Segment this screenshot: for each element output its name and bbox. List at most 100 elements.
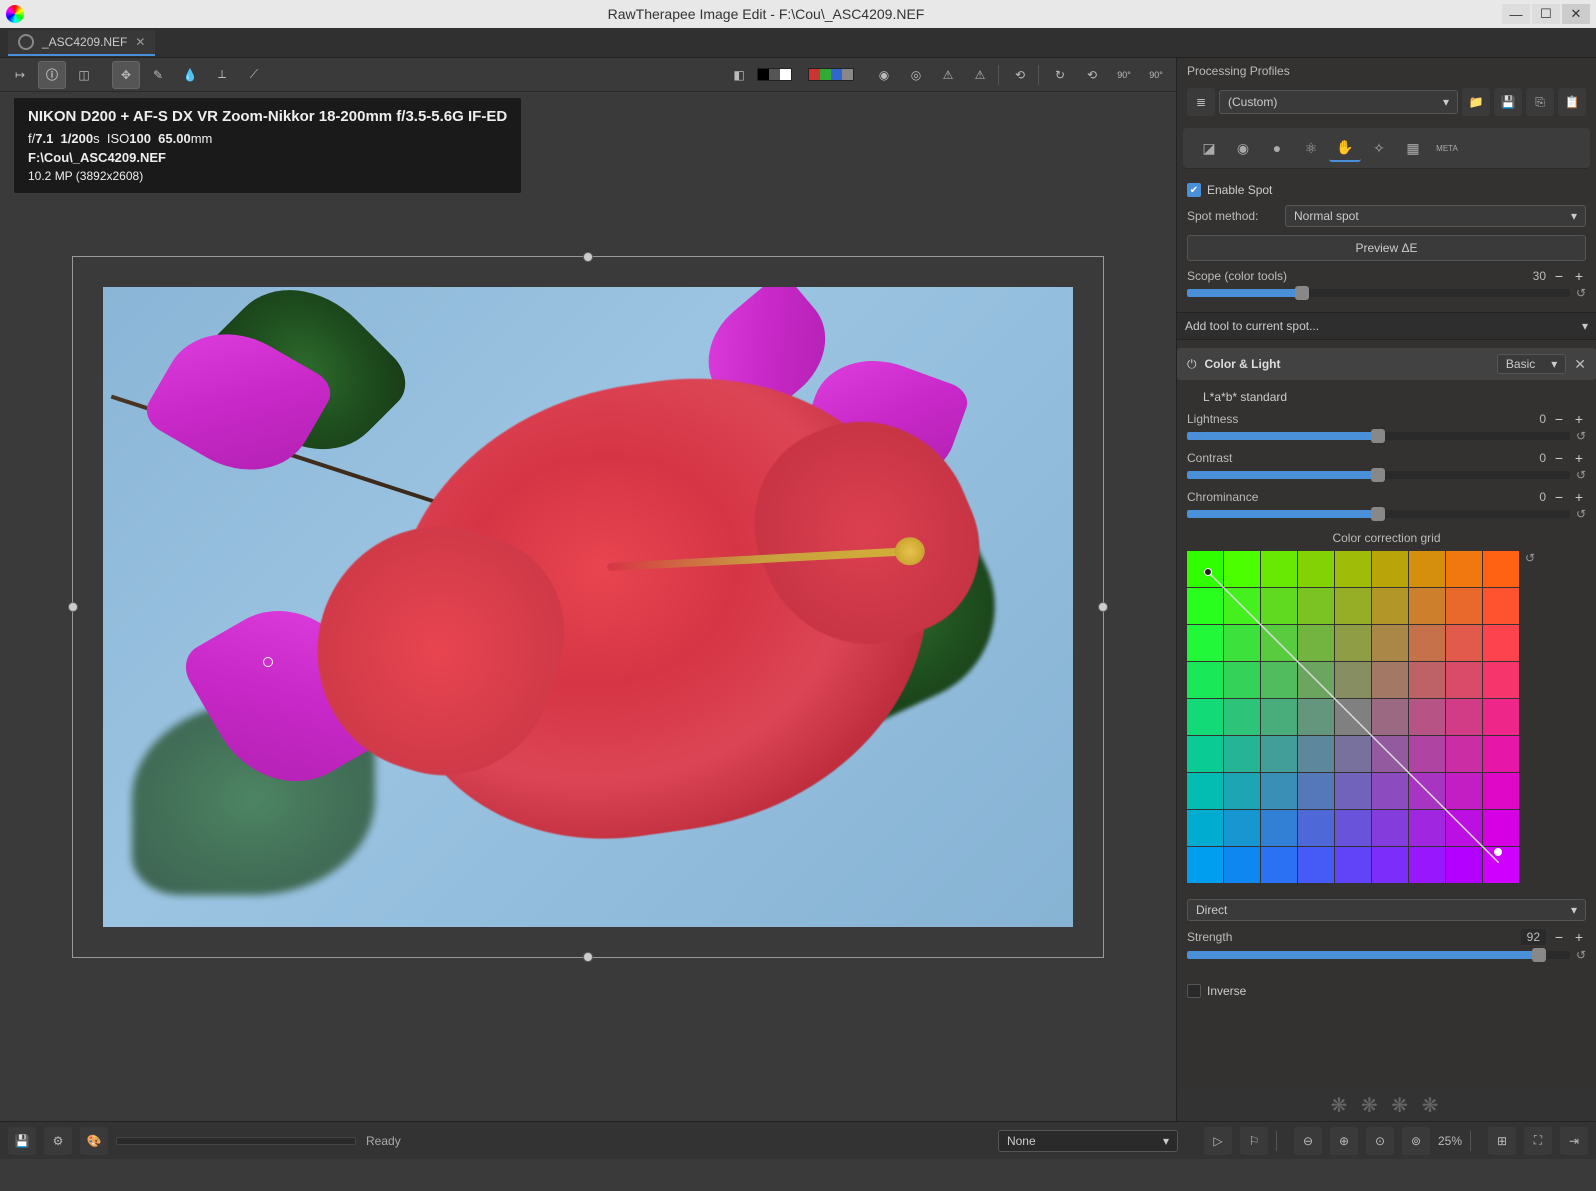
close-tab-button[interactable]: ✕ [135, 35, 145, 49]
profile-select[interactable]: (Custom) ▾ [1219, 90, 1458, 114]
meta-tab[interactable]: META [1431, 134, 1463, 162]
color-light-mode-select[interactable]: Basic ▾ [1497, 354, 1566, 374]
before-after-button[interactable]: ◫ [70, 61, 98, 89]
profile-load-button[interactable]: 📁 [1462, 88, 1490, 116]
crop-handle-bottom[interactable] [583, 952, 593, 962]
zoom-out-button[interactable]: ⊖ [1294, 1127, 1322, 1155]
crop-handle-left[interactable] [68, 602, 78, 612]
file-tab[interactable]: _ASC4209.NEF ✕ [8, 30, 155, 56]
scope-minus-button[interactable]: − [1552, 269, 1566, 283]
zoom-fit-button[interactable]: ⊙ [1366, 1127, 1394, 1155]
grid-shadow-point[interactable] [1204, 568, 1212, 576]
rotate-90-cw-button[interactable]: 90° [1142, 61, 1170, 89]
profile-save-button[interactable]: 💾 [1494, 88, 1522, 116]
new-detail-window-button[interactable]: ⊞ [1488, 1127, 1516, 1155]
lightness-plus-button[interactable]: + [1572, 412, 1586, 426]
window-title: RawTherapee Image Edit - F:\Cou\_ASC4209… [30, 6, 1502, 22]
exposure-tab[interactable]: ◪ [1193, 134, 1225, 162]
scope-plus-button[interactable]: + [1572, 269, 1586, 283]
white-balance-picker-button[interactable]: 💧 [176, 61, 204, 89]
nav-first-button[interactable]: ▷ [1204, 1127, 1232, 1155]
minimize-button[interactable]: — [1502, 4, 1530, 24]
maximize-button[interactable]: ☐ [1532, 4, 1560, 24]
add-tool-label: Add tool to current spot... [1185, 319, 1319, 333]
color-light-header[interactable]: ⏻ Color & Light Basic ▾ ✕ [1177, 348, 1596, 380]
preview-de-button[interactable]: Preview ΔE [1187, 235, 1586, 261]
preset-value: None [1007, 1134, 1036, 1148]
hand-tool-button[interactable]: ✥ [112, 61, 140, 89]
external-editor-button[interactable]: 🎨 [80, 1127, 108, 1155]
queue-button[interactable]: ⚙ [44, 1127, 72, 1155]
chrominance-plus-button[interactable]: + [1572, 490, 1586, 504]
contrast-minus-button[interactable]: − [1552, 451, 1566, 465]
grid-reset-button[interactable]: ↺ [1525, 551, 1535, 565]
preset-select[interactable]: None ▾ [998, 1130, 1178, 1152]
scope-reset-button[interactable]: ↺ [1576, 286, 1586, 300]
color-tab[interactable]: ● [1261, 134, 1293, 162]
info-button[interactable]: ⓘ [38, 61, 66, 89]
rotate-90-button[interactable]: 90° [1110, 61, 1138, 89]
chrominance-minus-button[interactable]: − [1552, 490, 1566, 504]
sync-button[interactable]: ↻ [1046, 61, 1074, 89]
spot-marker[interactable] [263, 657, 273, 667]
inverse-checkbox[interactable] [1187, 984, 1201, 998]
fullscreen-button[interactable]: ⛶ [1524, 1127, 1552, 1155]
strength-reset-button[interactable]: ↺ [1576, 948, 1586, 962]
lightness-slider[interactable] [1187, 432, 1570, 440]
local-tab[interactable]: ✋ [1329, 134, 1361, 162]
preview-mode-2-button[interactable]: ◎ [902, 61, 930, 89]
straighten-tool-button[interactable]: ⟋ [240, 61, 268, 89]
contrast-reset-button[interactable]: ↺ [1576, 468, 1586, 482]
collapse-panel-button[interactable]: ⇥ [1560, 1127, 1588, 1155]
shadow-clip-button[interactable]: ⚠ [966, 61, 994, 89]
crop-tool-button[interactable]: ⟂ [208, 61, 236, 89]
perspective-button[interactable]: ⟲ [1078, 61, 1106, 89]
progress-bar [116, 1137, 356, 1145]
crop-frame[interactable] [72, 256, 1104, 958]
background-toggle-button[interactable]: ◧ [725, 61, 753, 89]
chevron-down-icon: ▾ [1582, 319, 1588, 333]
profile-paste-button[interactable]: 📋 [1558, 88, 1586, 116]
contrast-plus-button[interactable]: + [1572, 451, 1586, 465]
detail-tab[interactable]: ◉ [1227, 134, 1259, 162]
direct-select[interactable]: Direct ▾ [1187, 899, 1586, 921]
transform-tab[interactable]: ✧ [1363, 134, 1395, 162]
spot-method-select[interactable]: Normal spot ▾ [1285, 205, 1586, 227]
strength-slider[interactable] [1187, 951, 1570, 959]
bg-color-swatches[interactable] [757, 68, 792, 81]
profile-mode-button[interactable]: ≣ [1187, 88, 1215, 116]
power-icon[interactable]: ⏻ [1187, 357, 1197, 372]
chrominance-reset-button[interactable]: ↺ [1576, 507, 1586, 521]
save-button[interactable]: 💾 [8, 1127, 36, 1155]
color-correction-grid[interactable] [1187, 551, 1519, 883]
advanced-tab[interactable]: ⚛ [1295, 134, 1327, 162]
lightness-reset-button[interactable]: ↺ [1576, 429, 1586, 443]
canvas-area[interactable] [0, 92, 1176, 1121]
scope-slider[interactable] [1187, 289, 1570, 297]
crop-handle-right[interactable] [1098, 602, 1108, 612]
profile-copy-button[interactable]: ⎘ [1526, 88, 1554, 116]
contrast-slider[interactable] [1187, 471, 1570, 479]
color-grid-label: Color correction grid [1187, 531, 1586, 545]
channel-color-swatches[interactable] [808, 68, 854, 81]
strength-minus-button[interactable]: − [1552, 930, 1566, 944]
enable-spot-checkbox[interactable]: ✔ [1187, 183, 1201, 197]
processing-profiles-header: Processing Profiles [1177, 58, 1596, 84]
lightness-minus-button[interactable]: − [1552, 412, 1566, 426]
zoom-100-button[interactable]: ⊚ [1402, 1127, 1430, 1155]
highlight-clip-button[interactable]: ⚠ [934, 61, 962, 89]
crop-handle-top[interactable] [583, 252, 593, 262]
rotate-left-button[interactable]: ⟲ [1006, 61, 1034, 89]
chrominance-slider[interactable] [1187, 510, 1570, 518]
add-tool-dropdown[interactable]: Add tool to current spot... ▾ [1177, 312, 1596, 340]
arrow-tool-button[interactable]: ↦ [6, 61, 34, 89]
app-icon [6, 5, 24, 23]
remove-tool-button[interactable]: ✕ [1574, 356, 1586, 373]
preview-mode-1-button[interactable]: ◉ [870, 61, 898, 89]
strength-plus-button[interactable]: + [1572, 930, 1586, 944]
raw-tab[interactable]: ▦ [1397, 134, 1429, 162]
nav-flag-button[interactable]: ⚐ [1240, 1127, 1268, 1155]
close-window-button[interactable]: ✕ [1562, 4, 1590, 24]
picker-tool-button[interactable]: ✎ [144, 61, 172, 89]
zoom-in-button[interactable]: ⊕ [1330, 1127, 1358, 1155]
